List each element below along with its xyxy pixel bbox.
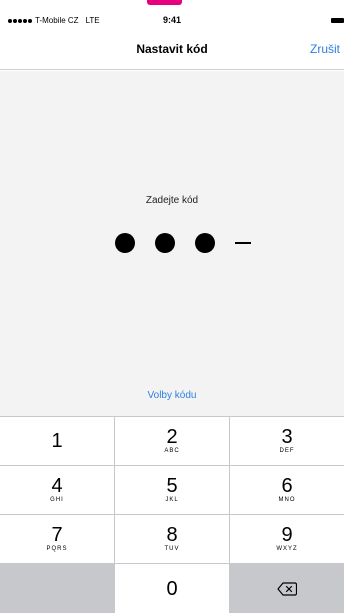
passcode-dot-filled	[195, 233, 215, 253]
key-4[interactable]: 4 GHI	[0, 466, 114, 514]
key-letters: TUV	[164, 546, 180, 552]
key-number: 4	[51, 475, 63, 497]
passcode-entry-area: Zadejte kód Volby kódu	[0, 71, 344, 416]
key-number: 3	[281, 426, 293, 448]
key-9[interactable]: 9 WXYZ	[230, 515, 344, 563]
key-1[interactable]: 1	[0, 417, 114, 465]
passcode-indicator	[115, 233, 251, 253]
key-empty	[0, 564, 114, 613]
page-title: Nastavit kód	[136, 42, 208, 56]
passcode-prompt: Zadejte kód	[145, 195, 199, 206]
delete-backspace-icon	[277, 581, 297, 596]
status-bar: T-Mobile CZ LTE 9:41	[0, 12, 344, 28]
cancel-button[interactable]: Zrušit	[310, 42, 344, 56]
key-letters: DEF	[279, 448, 295, 454]
key-5[interactable]: 5 JKL	[115, 466, 229, 514]
key-number: 1	[51, 430, 63, 452]
passcode-options-link[interactable]: Volby kódu	[0, 390, 344, 401]
key-letters: WXYZ	[276, 546, 298, 552]
battery-icon	[331, 18, 344, 23]
delete-button[interactable]	[230, 564, 344, 613]
brand-mark	[147, 0, 182, 5]
numeric-keypad: 1 2 ABC 3 DEF 4 GHI 5 JKL 6 MNO 7 PQRS 8…	[0, 416, 344, 613]
key-0[interactable]: 0	[115, 564, 229, 613]
key-7[interactable]: 7 PQRS	[0, 515, 114, 563]
key-number: 2	[166, 426, 178, 448]
key-2[interactable]: 2 ABC	[115, 417, 229, 465]
key-number: 0	[166, 577, 178, 600]
key-number: 8	[166, 524, 178, 546]
key-letters: PQRS	[46, 546, 68, 552]
navigation-bar: Nastavit kód Zrušit	[0, 28, 344, 70]
key-number: 5	[166, 475, 178, 497]
key-letters: JKL	[165, 497, 179, 503]
key-letters: MNO	[278, 497, 296, 503]
key-number: 7	[51, 524, 63, 546]
key-number: 6	[281, 475, 293, 497]
key-3[interactable]: 3 DEF	[230, 417, 344, 465]
key-letters: ABC	[164, 448, 180, 454]
passcode-dash-empty	[235, 242, 251, 244]
key-6[interactable]: 6 MNO	[230, 466, 344, 514]
key-8[interactable]: 8 TUV	[115, 515, 229, 563]
status-time: 9:41	[162, 15, 181, 25]
key-letters: GHI	[50, 497, 64, 503]
key-number: 9	[281, 524, 293, 546]
passcode-dot-filled	[115, 233, 135, 253]
passcode-dot-filled	[155, 233, 175, 253]
